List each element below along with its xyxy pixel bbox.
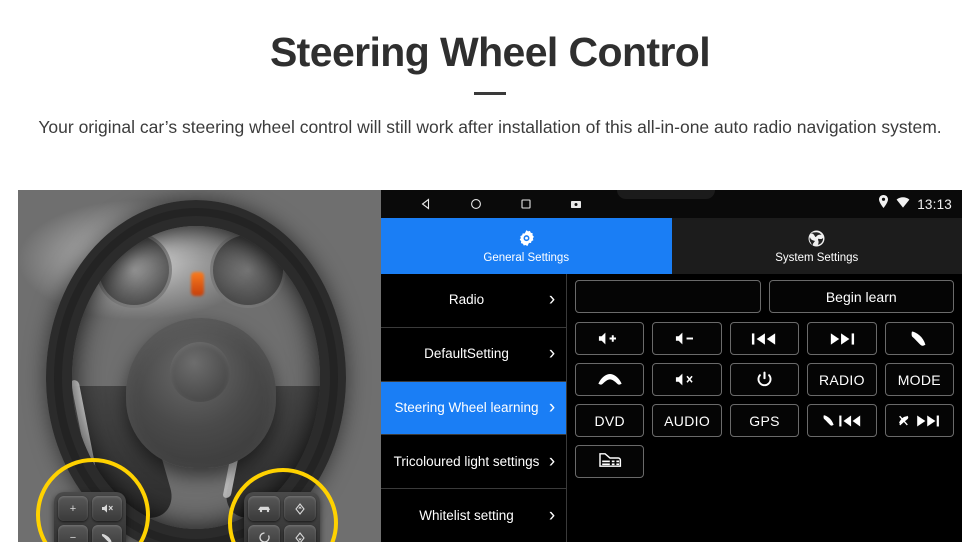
key-mode[interactable]: MODE	[884, 363, 954, 396]
key-power[interactable]	[729, 363, 800, 396]
tab-general-settings[interactable]: General Settings	[381, 218, 672, 274]
key-mute[interactable]	[652, 363, 722, 396]
sidebar-item-radio[interactable]: Radio ›	[381, 274, 566, 328]
key-audio[interactable]: AUDIO	[652, 404, 722, 437]
volume-down-icon	[675, 331, 699, 346]
sidebar-item-whitelist-setting[interactable]: Whitelist setting ›	[381, 489, 566, 542]
key-volume-up[interactable]	[575, 322, 645, 355]
chevron-right-icon: ›	[548, 504, 556, 526]
key-call-answer[interactable]	[884, 322, 954, 355]
head-unit-screen: 13:13 General Settings System Settings R…	[381, 190, 962, 542]
key-previous-track[interactable]	[729, 322, 800, 355]
gear-icon	[516, 229, 536, 249]
status-bar-right: 13:13	[878, 190, 952, 218]
location-pin-icon	[878, 195, 889, 213]
key-next-track[interactable]	[807, 322, 877, 355]
page-subtitle: Your original car’s steering wheel contr…	[38, 117, 942, 137]
key-radio[interactable]: RADIO	[807, 363, 877, 396]
settings-tab-bar: General Settings System Settings	[381, 218, 962, 274]
key-call-previous[interactable]	[807, 404, 877, 437]
page-title: Steering Wheel Control	[269, 29, 711, 75]
settings-sidebar: Radio › DefaultSetting › Steering Wheel …	[381, 274, 567, 542]
tab-system-settings[interactable]: System Settings	[671, 218, 962, 274]
sidebar-item-steering-wheel-learning-label: Steering Wheel learning	[394, 400, 539, 416]
settings-body: Radio › DefaultSetting › Steering Wheel …	[381, 274, 962, 542]
recents-icon[interactable]	[519, 197, 533, 211]
chevron-right-icon: ›	[548, 289, 556, 311]
chevron-right-icon: ›	[548, 396, 556, 418]
next-track-icon	[829, 332, 855, 346]
status-bar-notch	[617, 190, 715, 199]
sidebar-item-defaultsetting[interactable]: DefaultSetting ›	[381, 328, 566, 382]
steering-wheel-learning-panel: Begin learn RADIO MODE DVD AUDIO GPS	[567, 274, 962, 542]
volume-up-icon	[598, 331, 622, 346]
key-call-hangup[interactable]	[575, 363, 645, 396]
key-volume-down[interactable]	[652, 322, 722, 355]
begin-learn-button[interactable]: Begin learn	[768, 280, 954, 313]
hangup-next-icon	[898, 414, 940, 428]
sidebar-item-tricoloured-light-settings-label: Tricoloured light settings	[393, 453, 540, 469]
power-icon	[756, 371, 773, 389]
steering-wheel-photo: + −	[18, 190, 383, 542]
android-status-bar: 13:13	[381, 190, 962, 218]
learn-status-field[interactable]	[575, 280, 761, 313]
previous-track-icon	[751, 332, 777, 346]
back-icon[interactable]	[419, 197, 433, 211]
tab-general-settings-label: General Settings	[483, 251, 570, 264]
page-header: Steering Wheel Control Your original car…	[0, 0, 980, 190]
chevron-right-icon: ›	[548, 450, 556, 472]
key-button-grid: RADIO MODE DVD AUDIO GPS	[575, 322, 954, 478]
key-dvd[interactable]: DVD	[575, 404, 645, 437]
learn-controls-row: Begin learn	[575, 280, 954, 313]
sidebar-item-radio-label: Radio	[448, 292, 485, 308]
sidebar-item-defaultsetting-label: DefaultSetting	[424, 346, 509, 362]
sidebar-item-whitelist-setting-label: Whitelist setting	[419, 507, 514, 523]
wifi-icon	[896, 195, 910, 213]
sidebar-item-steering-wheel-learning[interactable]: Steering Wheel learning ›	[381, 381, 566, 436]
home-icon[interactable]	[469, 197, 483, 211]
screenshot-icon[interactable]	[569, 197, 583, 211]
sidebar-item-tricoloured-light-settings[interactable]: Tricoloured light settings ›	[381, 435, 566, 490]
call-previous-icon	[822, 414, 862, 428]
tab-system-settings-label: System Settings	[775, 251, 859, 264]
key-hangup-next[interactable]	[884, 404, 954, 437]
call-answer-icon	[909, 330, 929, 348]
chevron-right-icon: ›	[548, 343, 556, 365]
car-info-icon	[598, 452, 622, 472]
system-pinwheel-icon	[807, 229, 827, 249]
key-gps[interactable]: GPS	[729, 404, 800, 437]
page-root: Steering Wheel Control Your original car…	[0, 0, 980, 542]
android-nav-buttons	[419, 190, 583, 218]
title-divider	[474, 92, 506, 95]
call-hangup-icon	[597, 373, 623, 387]
key-car-info[interactable]	[575, 445, 645, 478]
status-bar-clock: 13:13	[917, 196, 952, 212]
mute-icon	[675, 372, 699, 387]
